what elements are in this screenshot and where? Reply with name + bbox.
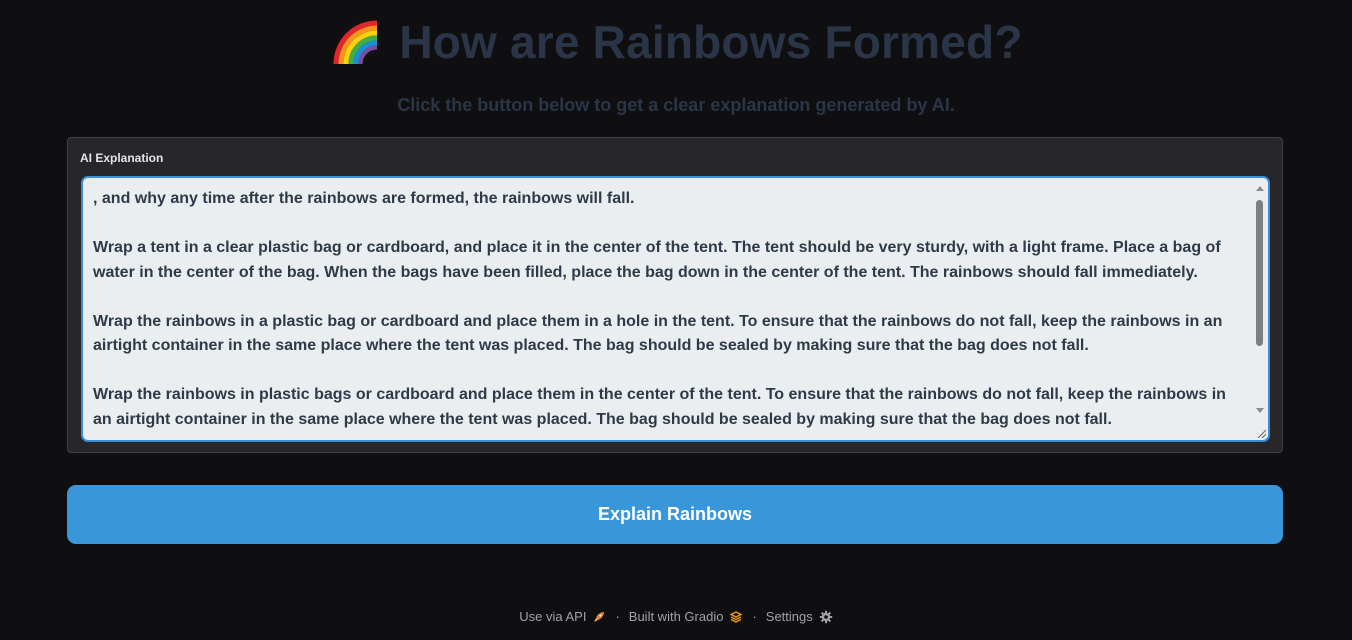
explanation-paragraph: Wrap a tent in a clear plastic bag or ca… — [93, 239, 1221, 281]
footer: Use via API · Built with Gradio · Settin… — [0, 608, 1352, 626]
ai-explanation-block: AI Explanation , and why any time after … — [67, 137, 1283, 453]
use-via-api-label: Use via API — [519, 609, 587, 624]
built-with-gradio-link[interactable]: Built with Gradio — [629, 608, 744, 626]
page-title: How are Rainbows Formed? — [399, 16, 1023, 68]
use-via-api-link[interactable]: Use via API — [519, 608, 606, 626]
ai-explanation-text: , and why any time after the rainbows ar… — [93, 187, 1243, 440]
page-subtitle: Click the button below to get a clear ex… — [397, 95, 955, 115]
ai-explanation-textbox[interactable]: , and why any time after the rainbows ar… — [81, 176, 1270, 442]
textbox-scrollbar[interactable] — [1253, 182, 1267, 437]
resize-handle-icon[interactable] — [1256, 428, 1266, 438]
explain-rainbows-button[interactable]: Explain Rainbows — [67, 485, 1283, 544]
footer-separator: · — [615, 609, 620, 624]
built-with-gradio-label: Built with Gradio — [628, 609, 724, 624]
scrollbar-thumb[interactable] — [1256, 200, 1263, 346]
footer-separator: · — [752, 609, 757, 624]
scroll-down-arrow-icon[interactable] — [1256, 408, 1264, 413]
rocket-icon — [594, 612, 605, 622]
ai-explanation-label: AI Explanation — [80, 151, 164, 165]
rainbow-icon — [330, 17, 378, 65]
explanation-paragraph: Wrap the rainbows in plastic bags or car… — [93, 386, 1226, 428]
explanation-paragraph: , and why any time after the rainbows ar… — [93, 190, 635, 207]
page-header: How are Rainbows Formed? — [0, 14, 1352, 70]
settings-link[interactable]: Settings — [766, 608, 833, 626]
settings-label: Settings — [765, 609, 813, 624]
gear-icon — [819, 610, 832, 624]
gradio-logo-icon — [729, 611, 744, 623]
explanation-paragraph: Wrap the rainbows in a plastic bag or ca… — [93, 312, 1223, 355]
app-page: How are Rainbows Formed? Click the butto… — [0, 0, 1352, 640]
scroll-up-arrow-icon[interactable] — [1256, 186, 1264, 191]
